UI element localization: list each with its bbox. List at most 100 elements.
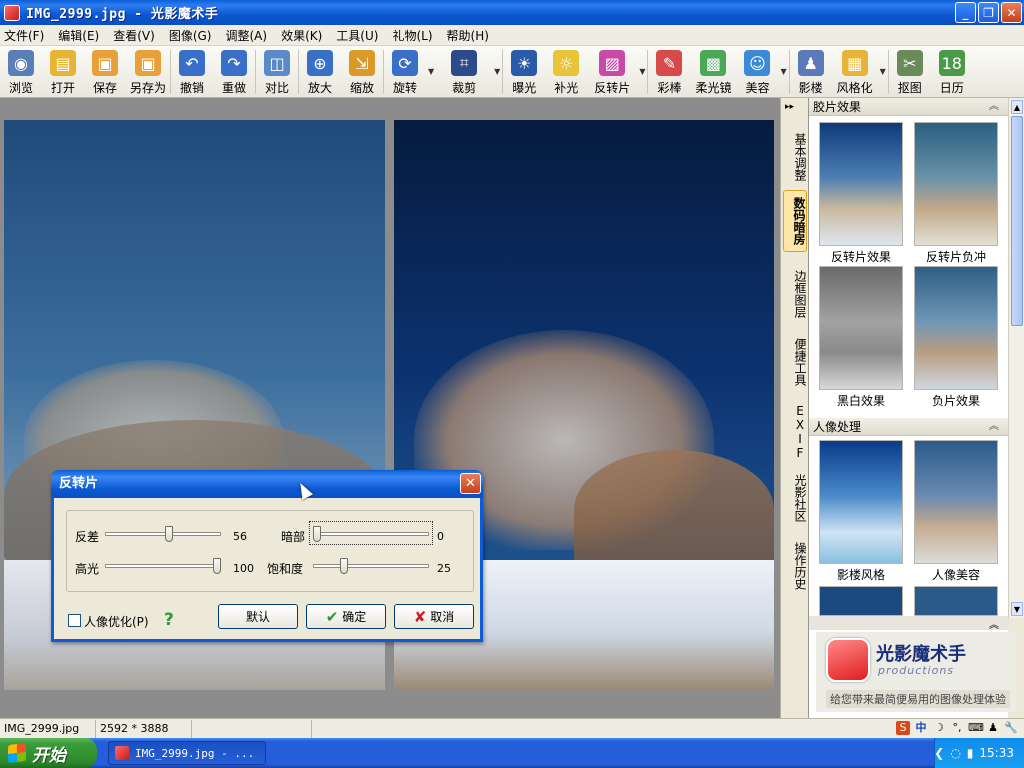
toolbar-button-redo[interactable]: ↷ 重做 — [213, 46, 255, 98]
scroll-up-icon[interactable]: ▲ — [1011, 100, 1023, 114]
section-portrait[interactable]: 人像处理 ︽ — [809, 418, 1009, 436]
maximize-button[interactable]: ❐ — [978, 2, 999, 23]
toolbar-button-resize[interactable]: ⇲ 缩放 — [341, 46, 383, 98]
tab-exif[interactable]: EXIF — [783, 402, 807, 462]
scroll-thumb[interactable] — [1011, 116, 1023, 326]
toolbar-button-color-wand[interactable]: ✎ 彩棒 — [648, 46, 690, 98]
ime-keyboard-icon[interactable]: ⌨ — [968, 721, 984, 735]
toolbar-button-reversal-film[interactable]: ▨ 反转片 — [587, 46, 637, 98]
shadow-slider-track[interactable] — [313, 532, 429, 536]
saturation-slider-track[interactable] — [313, 564, 429, 568]
default-button[interactable]: 默认 — [218, 604, 298, 629]
tab-history[interactable]: 操作历史 — [783, 536, 807, 596]
ime-user-icon[interactable]: ♟ — [986, 721, 1000, 735]
contrast-slider-thumb[interactable] — [165, 526, 174, 542]
tray-arrow-icon[interactable]: ❮ — [934, 746, 944, 760]
ime-tool-icon[interactable]: 🔧 — [1004, 721, 1018, 735]
brand-name: 光影魔术手 — [876, 644, 966, 665]
dialog-close-button[interactable]: ✕ — [460, 473, 481, 494]
collapse-icon[interactable]: ︽ — [989, 418, 999, 436]
start-button[interactable]: 开始 — [0, 738, 97, 768]
effect-thumb-negative[interactable] — [914, 266, 998, 390]
toolbar-button-cutout[interactable]: ✂ 抠图 — [889, 46, 931, 98]
menu-file[interactable]: 文件(F) — [4, 27, 44, 44]
toolbar-button-rotate[interactable]: ⟳ 旋转 — [384, 46, 426, 98]
toolbar-button-studio[interactable]: ♟ 影楼 — [790, 46, 832, 98]
clock[interactable]: 15:33 — [979, 746, 1014, 760]
toolbar-button-folder[interactable]: ▤ 打开 — [42, 46, 84, 98]
toolbar-button-compare[interactable]: ◫ 对比 — [256, 46, 298, 98]
menu-effects[interactable]: 效果(K) — [281, 27, 322, 44]
effect-thumb-beauty[interactable] — [914, 440, 998, 564]
toolbar-button-exposure[interactable]: ☀ 曝光 — [503, 46, 545, 98]
toolbar-button-eye[interactable]: ◉ 浏览 — [0, 46, 42, 98]
effect-thumb-cross[interactable] — [914, 122, 998, 246]
ime-logo-icon[interactable]: S — [896, 721, 910, 735]
highlight-slider-track[interactable] — [105, 564, 221, 568]
tab-community[interactable]: 光影社区 — [783, 468, 807, 528]
toolbar-button-save[interactable]: ▣ 保存 — [84, 46, 126, 98]
menu-help[interactable]: 帮助(H) — [447, 27, 489, 44]
beauty-icon: ☺ — [744, 50, 771, 76]
dropdown-arrow-icon[interactable]: ▼ — [428, 67, 434, 76]
dropdown-arrow-icon[interactable]: ▼ — [639, 67, 645, 76]
tab-quick-tools[interactable]: 便捷工具 — [783, 332, 807, 392]
ime-chinese-icon[interactable]: 中 — [914, 721, 928, 735]
saturation-slider-thumb[interactable] — [340, 558, 348, 574]
dropdown-arrow-icon[interactable]: ▼ — [880, 67, 886, 76]
toolbar-button-save-as[interactable]: ▣ 另存为 — [126, 46, 170, 98]
highlight-slider-thumb[interactable] — [213, 558, 221, 574]
dropdown-arrow-icon[interactable]: ▼ — [780, 67, 786, 76]
contrast-slider-track[interactable] — [105, 532, 221, 536]
ok-button-label: 确定 — [342, 610, 367, 624]
menu-tools[interactable]: 工具(U) — [336, 27, 378, 44]
brand-banner[interactable]: 光影魔术手 productions 给您带来最简便易用的图像处理体验 — [816, 632, 1016, 712]
collapse-panel-icon[interactable]: ▸▸ — [785, 102, 794, 112]
menu-gifts[interactable]: 礼物(L) — [392, 27, 432, 44]
default-button-label: 默认 — [245, 610, 270, 624]
section-title: 人像处理 — [813, 420, 862, 434]
signal-icon[interactable]: ▮ — [967, 746, 974, 760]
tab-border-layers[interactable]: 边框图层 — [783, 264, 807, 324]
brand-collapse-icon[interactable]: ︽ — [809, 616, 1009, 631]
ok-button[interactable]: ✔ 确定 — [306, 604, 386, 629]
tab-basic-adjust[interactable]: 基本调整 — [783, 128, 807, 186]
effect-thumb-studio[interactable] — [819, 440, 903, 564]
effect-thumb-reversal[interactable] — [819, 122, 903, 246]
toolbar-button-crop[interactable]: ⌗ 裁剪 — [436, 46, 492, 98]
tab-digital-darkroom[interactable]: 数码暗房 — [783, 190, 807, 252]
ime-moon-icon[interactable]: ☽ — [932, 721, 946, 735]
toolbar-button-stylize[interactable]: ▦ 风格化 — [832, 46, 878, 98]
menu-image[interactable]: 图像(G) — [169, 27, 212, 44]
menu-edit[interactable]: 编辑(E) — [58, 27, 99, 44]
ime-punct-icon[interactable]: °, — [950, 721, 964, 735]
help-icon[interactable]: ? — [164, 610, 174, 630]
dialog-title-bar[interactable]: 反转片 ✕ — [51, 470, 483, 498]
collapse-icon[interactable]: ︽ — [989, 98, 999, 116]
minimize-button[interactable]: _ — [955, 2, 976, 23]
effect-thumb-bw[interactable] — [819, 266, 903, 390]
toolbar-button-zoom-in[interactable]: ⊕ 放大 — [299, 46, 341, 98]
effect-label: 人像美容 — [931, 568, 980, 582]
scroll-down-icon[interactable]: ▼ — [1011, 602, 1023, 616]
toolbar-button-fill-light[interactable]: ☼ 补光 — [545, 46, 587, 98]
toolbar-button-calendar[interactable]: 18 日历 — [931, 46, 973, 98]
network-icon[interactable]: ◌ — [950, 746, 960, 760]
menu-adjust[interactable]: 调整(A) — [225, 27, 267, 44]
effect-thumb-more[interactable] — [819, 586, 903, 616]
menu-view[interactable]: 查看(V) — [113, 27, 155, 44]
taskbar-window-item[interactable]: IMG_2999.jpg - ... — [108, 741, 266, 765]
toolbar-button-undo[interactable]: ↶ 撤销 — [171, 46, 213, 98]
portrait-optimize-label[interactable]: 人像优化(P) — [84, 613, 149, 630]
close-button[interactable]: ✕ — [1001, 2, 1022, 23]
panel-scrollbar[interactable]: ▲ ▼ — [1008, 98, 1024, 618]
shadow-slider-thumb[interactable] — [313, 526, 321, 542]
dropdown-arrow-icon[interactable]: ▼ — [494, 67, 500, 76]
cancel-button[interactable]: ✘ 取消 — [394, 604, 474, 629]
app-icon[interactable] — [4, 4, 20, 21]
effect-thumb-more[interactable] — [914, 586, 998, 616]
toolbar-button-soft-light[interactable]: ▩ 柔光镜 — [690, 46, 736, 98]
toolbar-button-beauty[interactable]: ☺ 美容 — [736, 46, 778, 98]
portrait-optimize-checkbox[interactable] — [68, 614, 81, 627]
section-film-effects[interactable]: 胶片效果 ︽ — [809, 98, 1009, 116]
